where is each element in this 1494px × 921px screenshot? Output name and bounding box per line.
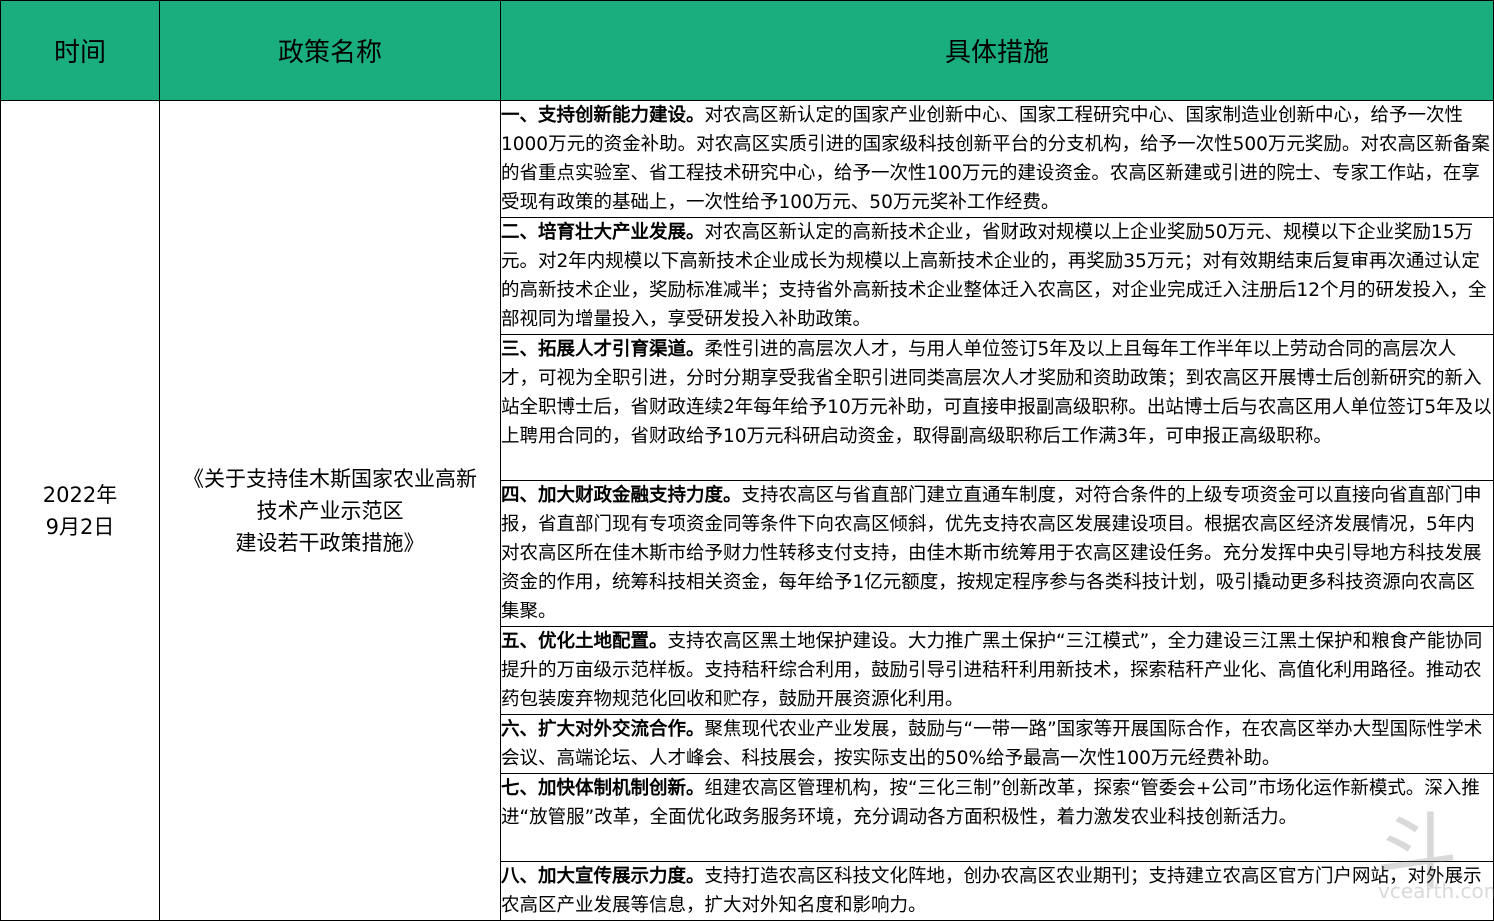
measure-cell-3: 三、拓展人才引育渠道。柔性引进的高层次人才，与用人单位签订5年及以上且每年工作半… (500, 334, 1494, 481)
measure-cell-6: 六、扩大对外交流合作。聚焦现代农业产业发展，鼓励与“一带一路”国家等开展国际合作… (500, 714, 1494, 774)
measure-title: 四、加大财政金融支持力度。 (501, 485, 742, 506)
measure-title: 三、拓展人才引育渠道。 (501, 339, 705, 360)
header-policy-name: 政策名称 (159, 0, 501, 101)
date-year: 2022年 (42, 482, 118, 507)
measure-title: 五、优化土地配置。 (501, 631, 668, 652)
policy-name-cell: 《关于支持佳木斯国家农业高新 技术产业示范区 建设若干政策措施》 (159, 100, 501, 921)
measure-cell-7: 七、加快体制机制创新。组建农高区管理机构，按“三化三制”创新改革，探索“管委会+… (500, 773, 1494, 862)
policy-name-line-3: 建设若干政策措施》 (235, 530, 425, 555)
header-time: 时间 (0, 0, 160, 101)
policy-table: 时间 政策名称 具体措施 2022年 9月2日 《关于支持佳木斯国家农业高新 技… (0, 0, 1494, 921)
measure-cell-5: 五、优化土地配置。支持农高区黑土地保护建设。大力推广黑土保护“三江模式”，全力建… (500, 626, 1494, 715)
measure-title: 二、培育壮大产业发展。 (501, 222, 705, 243)
date-day: 9月2日 (45, 514, 115, 539)
measure-cell-2: 二、培育壮大产业发展。对农高区新认定的高新技术企业，省财政对规模以上企业奖励50… (500, 217, 1494, 335)
measure-title: 一、支持创新能力建设。 (501, 105, 705, 126)
table-row: 2022年 9月2日 《关于支持佳木斯国家农业高新 技术产业示范区 建设若干政策… (0, 100, 1494, 921)
measure-title: 八、加大宣传展示力度。 (501, 866, 705, 887)
measure-cell-8: 八、加大宣传展示力度。支持打造农高区科技文化阵地，创办农高区农业期刊；支持建立农… (500, 861, 1494, 921)
measure-cell-4: 四、加大财政金融支持力度。支持农高区与省直部门建立直通车制度，对符合条件的上级专… (500, 480, 1494, 627)
measure-cell-1: 一、支持创新能力建设。对农高区新认定的国家产业创新中心、国家工程研究中心、国家制… (500, 100, 1494, 218)
measure-title: 七、加快体制机制创新。 (501, 778, 705, 799)
header-measures: 具体措施 (500, 0, 1494, 101)
policy-name-line-1: 《关于支持佳木斯国家农业高新 (183, 466, 477, 491)
header-row: 时间 政策名称 具体措施 (0, 0, 1494, 101)
measure-title: 六、扩大对外交流合作。 (501, 719, 705, 740)
date-cell: 2022年 9月2日 (0, 100, 160, 921)
policy-name-line-2: 技术产业示范区 (256, 498, 404, 523)
